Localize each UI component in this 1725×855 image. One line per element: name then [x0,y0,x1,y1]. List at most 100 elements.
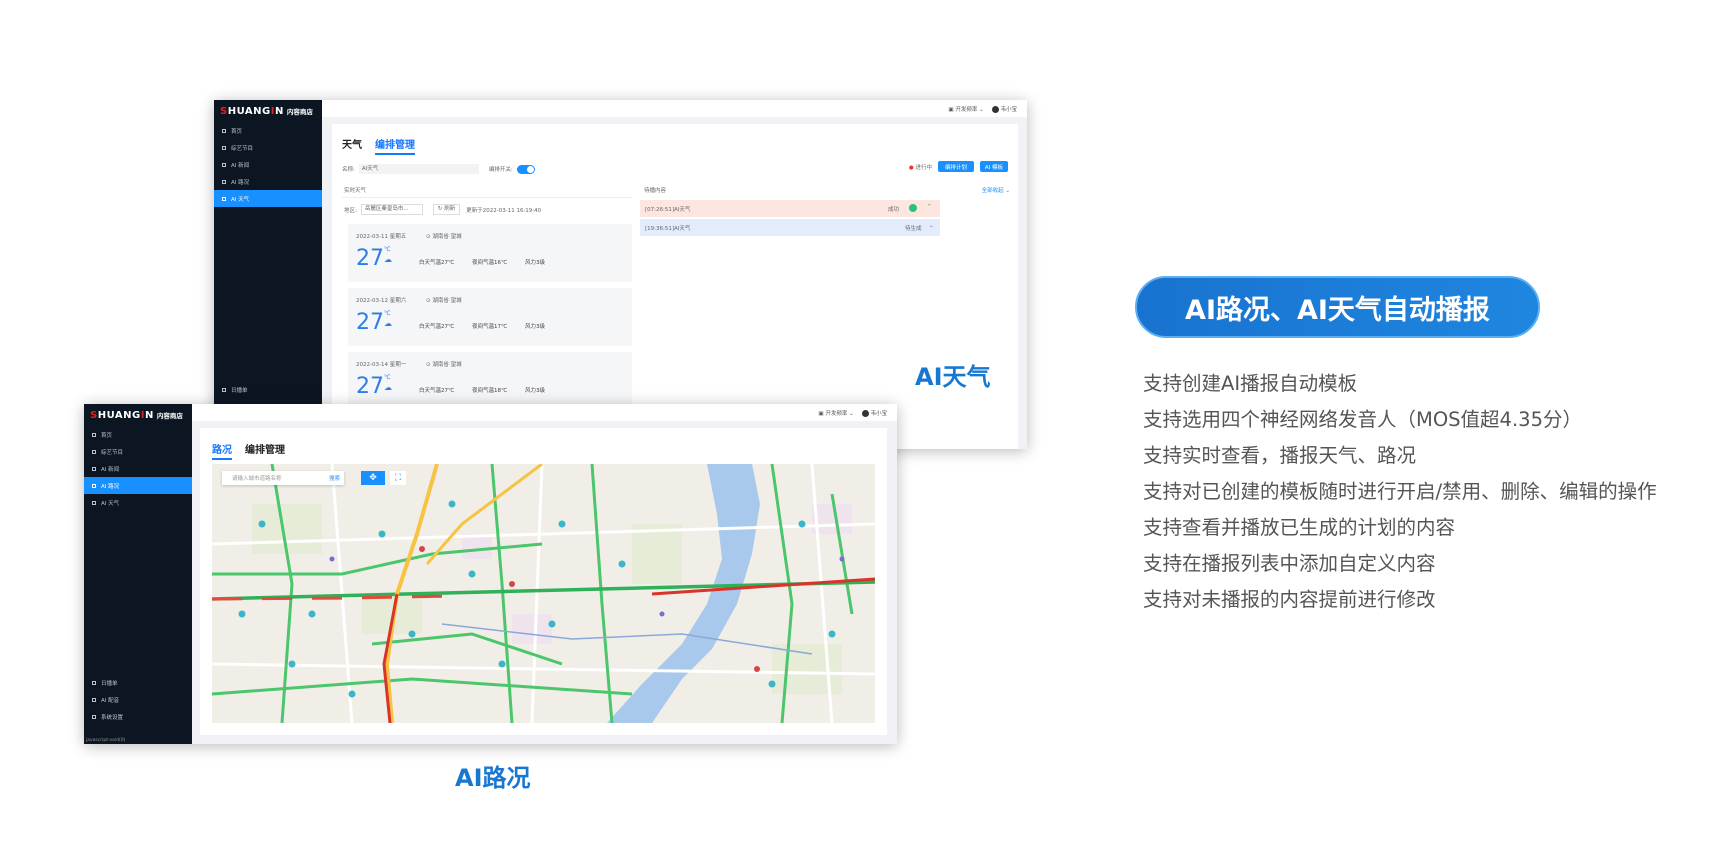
feature-item: 支持对已创建的模板随时进行开启/禁用、删除、编辑的操作 [1143,480,1657,503]
tab-schedule[interactable]: 编排管理 [245,441,285,460]
pan-tool-button[interactable]: ✥ [361,471,385,485]
headline-pill: AI路况、AI天气自动播报 [1135,276,1540,338]
status-bar-url: javascript:void(0) [86,738,126,743]
forecast-card: 2022-03-11 星期五 ⊙ 湖南省·望城 27 ℃ ☁ 白天气温27℃ 夜间气温16℃… [348,224,632,282]
brand-logo: SHUANGIN 内容商店 [220,105,313,117]
day-temp: 白天气温27℃ [419,388,455,394]
chevron-up-icon[interactable]: ⌃ [927,204,932,210]
menu-icon [92,680,96,685]
feature-item: 支持创建AI播报自动模板 [1143,372,1358,395]
feature-item: 支持实时查看，播报天气、路况 [1143,444,1417,467]
schedule-plan-button[interactable]: 编排计划 [938,161,974,172]
tab-schedule[interactable]: 编排管理 [375,136,415,155]
temp-unit: ℃ [384,310,391,317]
sidebar-item[interactable]: AI 天气 [214,190,322,207]
sidebar-item-label: AI 天气 [101,500,120,507]
queue-item-text: [19:36:51]AI天气 [645,226,691,232]
sidebar-item-label: 系统设置 [101,714,124,721]
menu-icon [92,697,96,702]
forecast-location: ⊙ 湖南省·望城 [426,298,462,304]
refresh-button[interactable]: ↻ 刷新 [432,204,461,215]
sidebar-item[interactable]: AI 新闻 [214,156,322,173]
weather-sidebar: SHUANGIN 内容商店 首页综艺节目AI 新闻AI 路况AI 天气 日播单A… [214,100,322,449]
night-temp: 夜间气温18℃ [472,388,508,394]
navigate-icon [222,179,226,184]
sidebar-item-label: 首页 [231,128,243,135]
forecast-location: ⊙ 湖南省·望城 [426,234,462,240]
schedule-switch[interactable] [516,164,535,174]
ai-template-button[interactable]: AI 模板 [980,161,1008,172]
weather-main-card: 天气 编排管理 名称: AI天气 编排开关: ● 进行中 编排计划 AI 模板 … [332,124,1018,449]
home-icon [222,128,226,133]
night-temp: 夜间气温17℃ [472,324,508,330]
forecast-temp: 27 [356,246,384,271]
cloud-icon [222,196,226,201]
sidebar-item-label: AI 天气 [231,196,250,203]
tab-traffic[interactable]: 路况 [212,441,232,460]
news-icon [222,162,226,167]
sidebar-item[interactable]: 综艺节目 [84,443,192,460]
location-pin-icon: ⊙ [426,234,431,240]
region-label: 地区: [344,207,357,214]
search-input[interactable]: 请输入城市道路名称 [232,474,282,482]
sidebar-item[interactable]: AI 新闻 [84,460,192,477]
collapse-all-button[interactable]: 全部收起 ⌄ [982,186,1010,194]
forecast-location: ⊙ 湖南省·望城 [426,362,462,368]
cloud-icon: ☁ [384,255,392,264]
sidebar-item[interactable]: AI 天气 [84,494,192,511]
name-label: 名称: [342,167,355,173]
feature-item: 支持在播报列表中添加自定义内容 [1143,552,1436,575]
sidebar-item-label: AI 新闻 [101,466,120,473]
name-input[interactable]: AI天气 [358,164,479,174]
sidebar-item[interactable]: 首页 [214,122,322,139]
search-box[interactable]: 请输入城市道路名称 搜索 [222,471,344,485]
wind-level: 风力3级 [525,260,545,266]
weather-topbar: ▣ 开发频率 ⌄ 韦小宝 [322,100,1027,117]
feature-item: 支持选用四个神经网络发音人（MOS值超4.35分） [1143,408,1582,431]
feature-item: 支持对未播报的内容提前进行修改 [1143,588,1436,611]
queue-item-status: 待生成 [905,226,922,232]
sidebar-item[interactable]: 首页 [84,426,192,443]
sidebar-item[interactable]: 系统设置 [84,708,192,725]
feature-item: 支持查看并播放已生成的计划的内容 [1143,516,1456,539]
user-menu[interactable]: 韦小宝 [991,105,1017,113]
update-time: 更新于2022-03-11 16:19:40 [466,207,542,214]
status-indicator: ● 进行中 [908,164,932,171]
temp-unit: ℃ [384,374,391,381]
avatar [991,105,999,113]
forecast-temp: 27 [356,374,384,399]
move-icon: ✥ [369,473,377,483]
frequency-selector[interactable]: ▣ 开发频率 ⌄ [818,409,853,417]
sidebar-item[interactable]: 综艺节目 [214,139,322,156]
refresh-icon: ↻ [437,206,443,212]
menu-icon [222,387,226,392]
search-button[interactable]: 搜索 [329,474,340,482]
sidebar-item[interactable]: 日播单 [214,381,322,398]
sidebar-item-label: 日播单 [101,680,118,687]
user-menu[interactable]: 韦小宝 [861,409,887,417]
frame-select-icon: ⛶ [394,473,402,483]
sidebar-item[interactable]: AI 路况 [214,173,322,190]
forecast-date: 2022-03-12 星期六 [356,298,407,304]
frequency-selector[interactable]: ▣ 开发频率 ⌄ [948,105,983,113]
avatar [861,409,869,417]
temp-unit: ℃ [384,246,391,253]
chevron-down-icon[interactable]: ⌄ [929,223,934,229]
tab-weather[interactable]: 天气 [342,136,362,155]
sidebar-item[interactable]: AI 路况 [84,477,192,494]
sidebar-item[interactable]: 日播单 [84,674,192,691]
forecast-card: 2022-03-14 星期一 ⊙ 湖南省·望城 27 ℃ ☁ 白天气温27℃ 夜间气温18℃… [348,352,632,410]
sidebar-item-label: AI 配音 [101,697,120,704]
cloud-icon [92,500,96,505]
region-select[interactable]: 岳麓区秦皇岛市... [360,204,423,215]
cloud-icon: ☁ [384,319,392,328]
play-icon[interactable] [909,204,917,212]
traffic-map[interactable]: 请输入城市道路名称 搜索 ✥ ⛶ [212,464,875,723]
news-icon [92,466,96,471]
tv-icon [222,145,226,150]
select-tool-button[interactable]: ⛶ [390,471,406,485]
brand-logo: SHUANGIN 内容商店 [90,409,183,421]
traffic-caption: AI路况 [455,764,531,792]
home-icon [92,432,96,437]
sidebar-item[interactable]: AI 配音 [84,691,192,708]
